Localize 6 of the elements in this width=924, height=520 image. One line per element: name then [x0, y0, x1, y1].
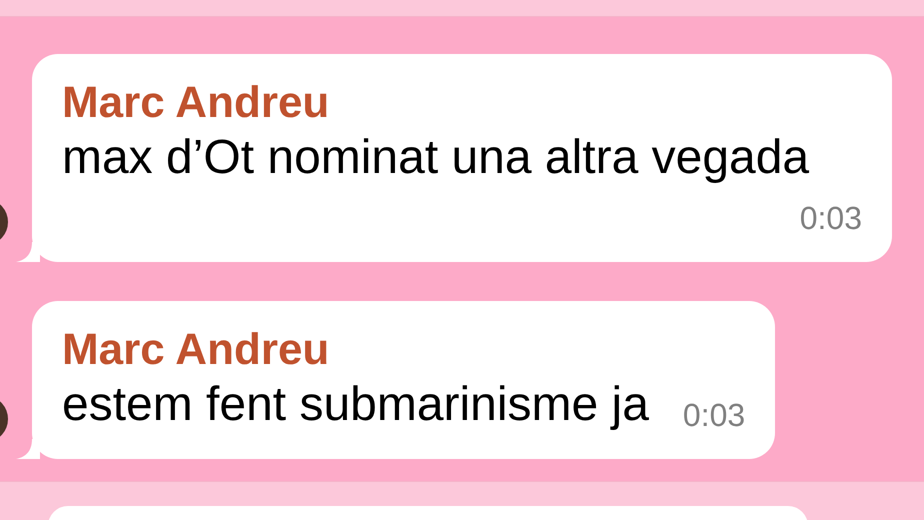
message-text: max d’Ot nominat una altra vegada: [62, 130, 810, 186]
message-time: 0:03: [682, 396, 746, 435]
sender-name[interactable]: Marc Andreu: [62, 78, 862, 128]
message-time: 0:03: [800, 199, 862, 238]
message-text: estem fent submarinisme ja: [62, 377, 649, 433]
sender-name[interactable]: Marc Andreu: [62, 325, 746, 375]
